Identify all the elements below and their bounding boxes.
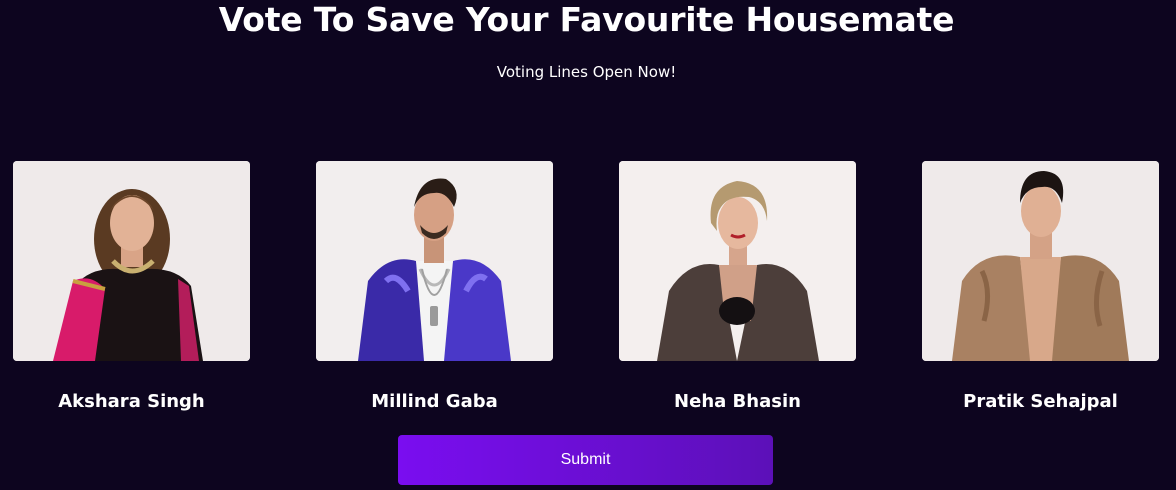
- housemate-card-pratik-sehajpal[interactable]: Pratik Sehajpal: [922, 161, 1159, 413]
- housemate-name: Neha Bhasin: [674, 391, 801, 412]
- housemate-photo[interactable]: [922, 161, 1159, 361]
- page-subtitle: Voting Lines Open Now!: [496, 63, 677, 81]
- housemate-card-neha-bhasin[interactable]: Neha Bhasin: [619, 161, 856, 413]
- housemate-photo[interactable]: [13, 161, 250, 361]
- housemate-photo[interactable]: [619, 161, 856, 361]
- submit-button[interactable]: Submit: [398, 435, 773, 485]
- housemate-name: Pratik Sehajpal: [963, 391, 1118, 412]
- housemate-photo[interactable]: [316, 161, 553, 361]
- housemate-card-akshara-singh[interactable]: Akshara Singh: [13, 161, 250, 413]
- housemate-name: Akshara Singh: [58, 391, 205, 412]
- housemate-card-millind-gaba[interactable]: Millind Gaba: [316, 161, 553, 413]
- page-title: Vote To Save Your Favourite Housemate: [218, 0, 955, 39]
- housemate-name: Millind Gaba: [371, 391, 498, 412]
